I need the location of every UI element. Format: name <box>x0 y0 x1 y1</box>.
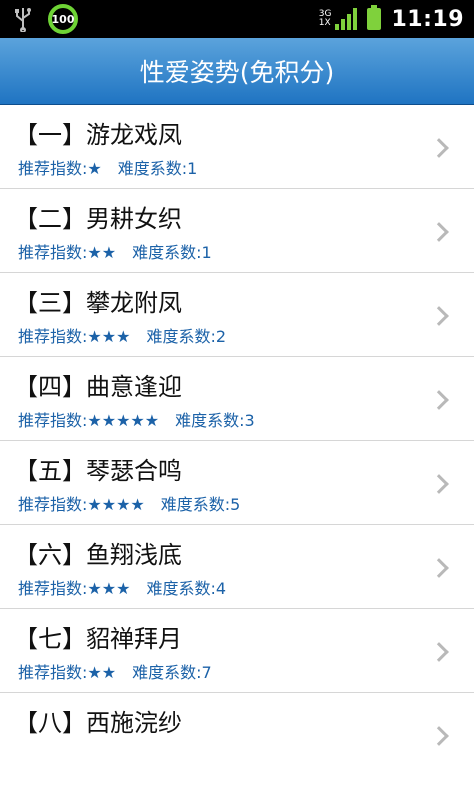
chevron-right-icon <box>429 306 449 326</box>
list-item[interactable]: 【八】西施浣纱 <box>0 693 474 777</box>
list-item-subtitle: 推荐指数:★★ 难度系数:1 <box>18 239 212 263</box>
difficulty-index: 难度系数:5 <box>160 495 241 514</box>
difficulty-index: 难度系数:1 <box>117 159 198 178</box>
chevron-right-icon <box>429 390 449 410</box>
list-item[interactable]: 【三】攀龙附凤 推荐指数:★★★ 难度系数:2 <box>0 273 474 357</box>
difficulty-index: 难度系数:3 <box>175 411 255 430</box>
recommend-index: 推荐指数:★★★★★ <box>18 411 160 430</box>
list-item-title: 【二】男耕女织 <box>14 205 182 233</box>
list-item-subtitle: 推荐指数:★★★★★ 难度系数:3 <box>18 407 255 431</box>
recommend-index: 推荐指数:★★★ <box>18 579 131 598</box>
list-item[interactable]: 【一】游龙戏凤 推荐指数:★ 难度系数:1 <box>0 105 474 189</box>
difficulty-index: 难度系数:2 <box>146 327 227 346</box>
difficulty-index: 难度系数:1 <box>132 243 212 262</box>
usb-icon <box>15 8 31 32</box>
list-item[interactable]: 【五】琴瑟合鸣 推荐指数:★★★★ 难度系数:5 <box>0 441 474 525</box>
difficulty-index: 难度系数:7 <box>132 663 212 682</box>
list-item-subtitle <box>18 743 34 762</box>
battery-icon <box>367 5 382 30</box>
recommend-index: 推荐指数:★★★ <box>18 327 131 346</box>
list-item[interactable]: 【六】鱼翔浅底 推荐指数:★★★ 难度系数:4 <box>0 525 474 609</box>
difficulty-index: 难度系数:4 <box>146 579 227 598</box>
clock: 11:19 <box>391 6 464 32</box>
page-title: 性爱姿势(免积分) <box>139 58 335 87</box>
recommend-index: 推荐指数:★★ <box>18 243 117 262</box>
list-item-subtitle: 推荐指数:★★★★ 难度系数:5 <box>18 491 240 515</box>
position-list: 【一】游龙戏凤 推荐指数:★ 难度系数:1 【二】男耕女织 推荐指数:★★ 难度系数… <box>0 105 474 777</box>
list-item-title: 【八】西施浣纱 <box>14 709 182 737</box>
list-item-title: 【六】鱼翔浅底 <box>14 541 182 569</box>
chevron-right-icon <box>429 138 449 158</box>
list-item-title: 【七】貂禅拜月 <box>14 625 182 653</box>
list-item-subtitle: 推荐指数:★ 难度系数:1 <box>18 155 197 179</box>
battery-level-text: 100 <box>51 12 75 26</box>
chevron-right-icon <box>429 558 449 578</box>
status-bar: 100 3G 1X 11:19 <box>0 0 474 38</box>
list-item-subtitle: 推荐指数:★★★ 难度系数:2 <box>18 323 226 347</box>
signal-icon <box>335 8 358 30</box>
list-item-title: 【一】游龙戏凤 <box>14 121 182 149</box>
network-type: 3G 1X <box>319 10 332 28</box>
battery-level-indicator: 100 <box>48 4 78 34</box>
chevron-right-icon <box>429 726 449 746</box>
recommend-index: 推荐指数:★★★★ <box>18 495 145 514</box>
list-item-title: 【三】攀龙附凤 <box>14 289 182 317</box>
title-bar: 性爱姿势(免积分) <box>0 38 474 105</box>
list-item-title: 【四】曲意逢迎 <box>14 373 182 401</box>
list-item[interactable]: 【七】貂禅拜月 推荐指数:★★ 难度系数:7 <box>0 609 474 693</box>
recommend-index: 推荐指数:★★ <box>18 663 117 682</box>
chevron-right-icon <box>429 222 449 242</box>
list-item-subtitle: 推荐指数:★★ 难度系数:7 <box>18 659 212 683</box>
chevron-right-icon <box>429 474 449 494</box>
list-item-subtitle: 推荐指数:★★★ 难度系数:4 <box>18 575 226 599</box>
recommend-index: 推荐指数:★ <box>18 159 102 178</box>
list-item[interactable]: 【四】曲意逢迎 推荐指数:★★★★★ 难度系数:3 <box>0 357 474 441</box>
list-item-title: 【五】琴瑟合鸣 <box>14 457 182 485</box>
list-item[interactable]: 【二】男耕女织 推荐指数:★★ 难度系数:1 <box>0 189 474 273</box>
chevron-right-icon <box>429 642 449 662</box>
network-type-label-2: 1X <box>318 18 331 28</box>
